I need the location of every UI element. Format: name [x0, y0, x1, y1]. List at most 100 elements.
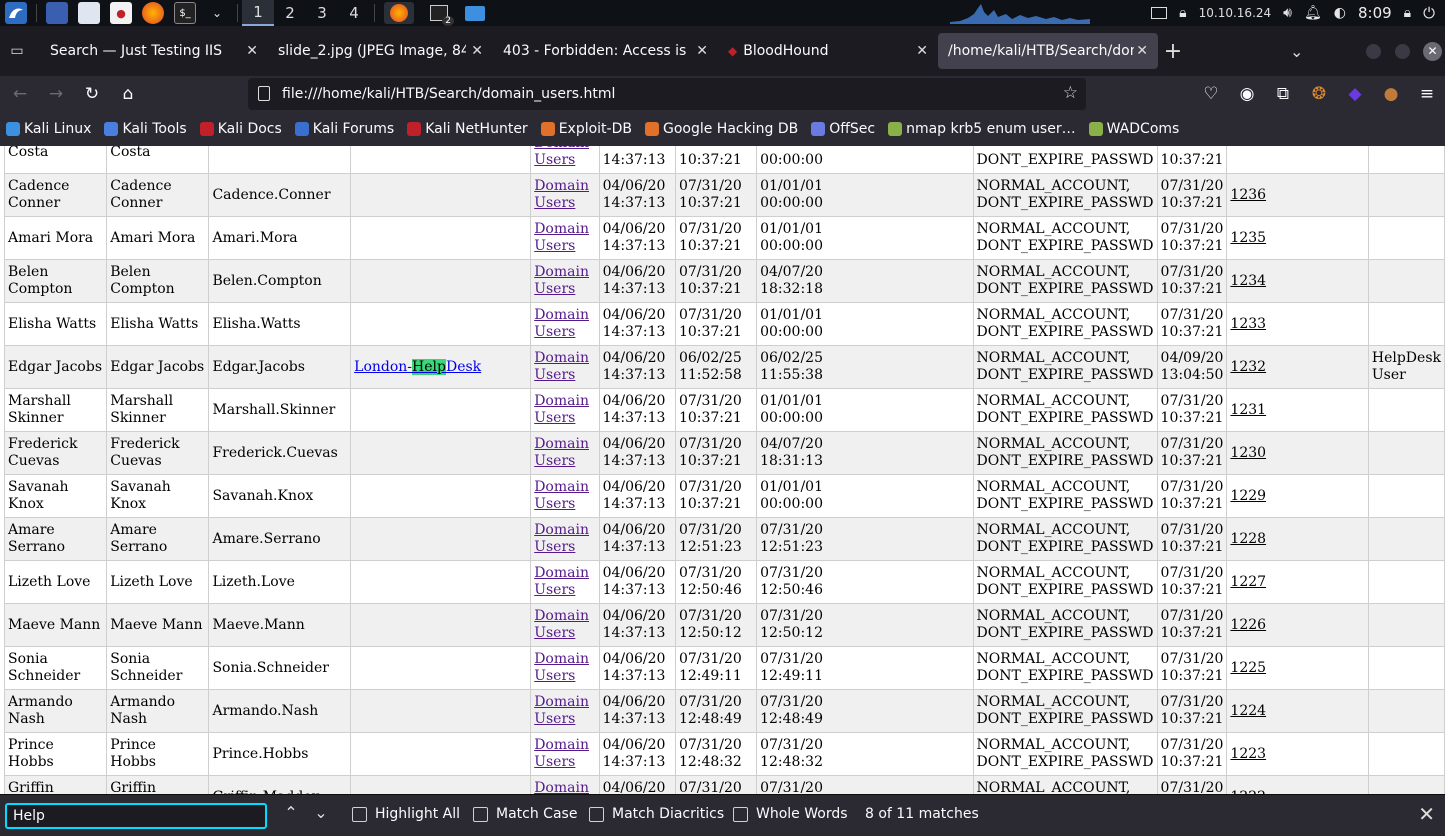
find-previous-button[interactable]: ⌃: [279, 803, 303, 822]
firefox-window-icon[interactable]: [384, 2, 414, 24]
primary-group-link[interactable]: DomainUsers: [534, 307, 589, 340]
match-diacritics-checkbox[interactable]: Match Diacritics: [589, 806, 724, 822]
file-manager-icon[interactable]: [78, 2, 100, 24]
cookie-editor-icon[interactable]: ●: [1373, 76, 1409, 112]
show-desktop-icon[interactable]: [46, 2, 68, 24]
tab-slide-jpg[interactable]: slide_2.jpg (JPEG Image, 842 ✕: [268, 33, 493, 69]
foxyproxy-icon[interactable]: ❂: [1301, 76, 1337, 112]
primary-group-link[interactable]: DomainUsers: [534, 393, 589, 426]
account-icon[interactable]: ◉: [1229, 76, 1265, 112]
rid-link[interactable]: 1230: [1230, 445, 1266, 461]
clock[interactable]: 8:09: [1358, 4, 1392, 22]
tab-bloodhound[interactable]: ◆ BloodHound ✕: [718, 33, 938, 69]
tab-list-icon[interactable]: ▭: [0, 43, 34, 59]
close-icon[interactable]: ✕: [246, 43, 258, 59]
whole-words-checkbox[interactable]: Whole Words: [733, 806, 848, 822]
workspace-4[interactable]: 4: [338, 0, 370, 26]
bookmark-item[interactable]: Exploit-DB: [540, 121, 632, 137]
workspace-2[interactable]: 2: [274, 0, 306, 26]
rid-link[interactable]: 1226: [1230, 617, 1266, 633]
primary-group-link[interactable]: DomainUsers: [534, 565, 589, 598]
match-case-checkbox[interactable]: Match Case: [473, 806, 577, 822]
primary-group-link[interactable]: DomainUsers: [534, 737, 589, 770]
highlight-all-checkbox[interactable]: Highlight All: [352, 806, 460, 822]
window-maximize-button[interactable]: [1395, 44, 1410, 59]
member-of-group-link[interactable]: London-HelpDesk: [354, 358, 481, 375]
primary-group-link[interactable]: DomainUsers: [534, 780, 589, 794]
reload-button[interactable]: ↻: [74, 76, 110, 112]
bookmark-item[interactable]: Kali NetHunter: [407, 121, 528, 137]
window-close-button[interactable]: ✕: [1423, 42, 1442, 61]
find-next-button[interactable]: ⌄: [309, 803, 333, 822]
rid-link[interactable]: 1231: [1230, 402, 1266, 418]
pocket-icon[interactable]: ♡: [1193, 76, 1229, 112]
new-tab-button[interactable]: +: [1158, 39, 1188, 64]
rid-link[interactable]: 1228: [1230, 531, 1266, 547]
list-all-tabs-icon[interactable]: ⌄: [1290, 42, 1303, 61]
workspace-1[interactable]: 1: [242, 0, 274, 26]
bookmark-item[interactable]: OffSec: [811, 121, 875, 137]
terminal-launcher-icon[interactable]: $_: [174, 2, 196, 24]
bookmark-star-icon[interactable]: ☆: [1063, 83, 1078, 103]
rid-link[interactable]: 1233: [1230, 316, 1266, 332]
power-manager-icon[interactable]: ◐: [1334, 5, 1346, 21]
address-bar[interactable]: file:///home/kali/HTB/Search/domain_user…: [248, 78, 1086, 110]
rid-link[interactable]: 1236: [1230, 187, 1266, 203]
bookmark-item[interactable]: nmap krb5 enum user…: [888, 121, 1076, 137]
vpn-lock-icon[interactable]: 🔒︎: [1179, 5, 1186, 21]
tab-403-forbidden[interactable]: 403 - Forbidden: Access is de ✕: [493, 33, 718, 69]
rid-link[interactable]: 1229: [1230, 488, 1266, 504]
primary-group-link[interactable]: DomainUsers: [534, 178, 589, 211]
primary-group-link[interactable]: DomainUsers: [534, 436, 589, 469]
chevron-down-icon[interactable]: ⌄: [206, 2, 228, 24]
bookmark-item[interactable]: Kali Forums: [294, 121, 394, 137]
primary-group-link[interactable]: DomainUsers: [534, 479, 589, 512]
close-icon[interactable]: ✕: [471, 43, 483, 59]
bookmark-item[interactable]: Kali Tools: [104, 121, 187, 137]
rid-link[interactable]: 1225: [1230, 660, 1266, 676]
window-minimize-button[interactable]: [1366, 44, 1381, 59]
primary-group-link[interactable]: DomainUsers: [534, 221, 589, 254]
workspace-3[interactable]: 3: [306, 0, 338, 26]
primary-group-link[interactable]: DomainUsers: [534, 146, 589, 168]
display-icon[interactable]: [1151, 7, 1168, 19]
home-button[interactable]: ⌂: [110, 76, 146, 112]
terminal-window-icon[interactable]: 2: [424, 2, 454, 26]
back-button[interactable]: ←: [2, 76, 38, 112]
lock-screen-icon[interactable]: 🔒︎: [1404, 5, 1411, 21]
find-close-icon[interactable]: ✕: [1418, 802, 1435, 826]
extensions-icon[interactable]: ⧉: [1265, 76, 1301, 112]
tab-search-iis[interactable]: Search — Just Testing IIS ✕: [40, 33, 268, 69]
firefox-launcher-icon[interactable]: [142, 2, 164, 24]
rid-link[interactable]: 1232: [1230, 359, 1266, 375]
primary-group-link[interactable]: DomainUsers: [534, 522, 589, 555]
primary-group-link[interactable]: DomainUsers: [534, 264, 589, 297]
close-icon[interactable]: ✕: [916, 43, 928, 59]
primary-group-link[interactable]: DomainUsers: [534, 694, 589, 727]
logout-icon[interactable]: ⏻: [1423, 4, 1435, 22]
bookmark-item[interactable]: Kali Linux: [6, 121, 91, 137]
rid-link[interactable]: 1227: [1230, 574, 1266, 590]
close-icon[interactable]: ✕: [696, 43, 708, 59]
menu-icon[interactable]: ≡: [1409, 76, 1445, 112]
rid-link[interactable]: 1234: [1230, 273, 1266, 289]
volume-icon[interactable]: 🔊︎: [1283, 5, 1292, 21]
bookmark-item[interactable]: Kali Docs: [199, 121, 282, 137]
bookmark-item[interactable]: WADComs: [1088, 121, 1179, 137]
notification-bell-icon[interactable]: 🔔︎: [1304, 5, 1322, 21]
text-editor-icon[interactable]: ●: [110, 2, 132, 24]
close-icon[interactable]: ✕: [1136, 43, 1148, 59]
bookmark-item[interactable]: Google Hacking DB: [644, 121, 798, 137]
primary-group-link[interactable]: DomainUsers: [534, 608, 589, 641]
primary-group-link[interactable]: DomainUsers: [534, 651, 589, 684]
kali-menu-icon[interactable]: [5, 2, 27, 24]
rid-link[interactable]: 1235: [1230, 230, 1266, 246]
forward-button[interactable]: →: [38, 76, 74, 112]
primary-group-link[interactable]: DomainUsers: [534, 350, 589, 383]
rid-link[interactable]: 1224: [1230, 703, 1266, 719]
find-input[interactable]: [5, 803, 267, 829]
rid-link[interactable]: 1223: [1230, 746, 1266, 762]
folder-window-icon[interactable]: [464, 2, 486, 24]
wappalyzer-icon[interactable]: ◆: [1337, 76, 1373, 112]
tab-domain-users[interactable]: /home/kali/HTB/Search/dom ✕: [938, 33, 1158, 69]
